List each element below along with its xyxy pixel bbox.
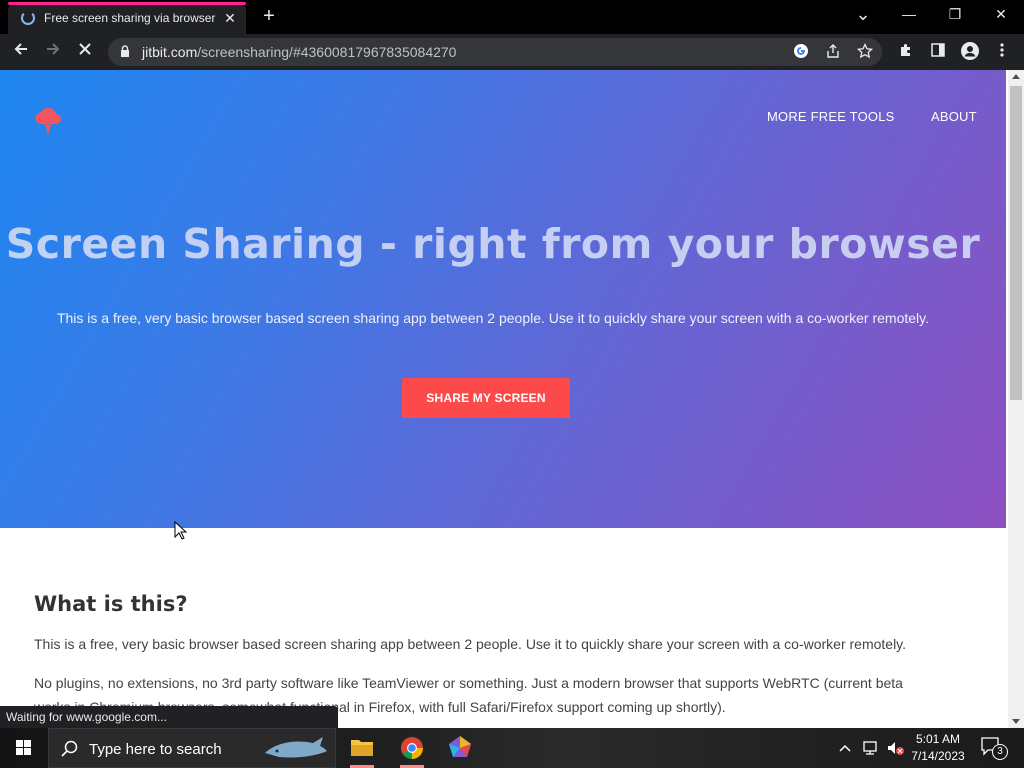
forward-arrow-icon[interactable] [42,41,64,63]
tab-title: Free screen sharing via browser [44,11,216,25]
back-arrow-icon[interactable] [10,41,32,63]
browser-tab-strip: Free screen sharing via browser ✕ + ⌄ — … [0,0,1024,34]
share-icon[interactable] [824,43,842,61]
extensions-puzzle-icon[interactable] [896,42,916,62]
tab-search-chevron-icon[interactable]: ⌄ [840,0,886,30]
scroll-up-arrow-icon[interactable] [1012,74,1020,79]
url-text[interactable]: jitbit.com/screensharing/#43600817967835… [142,44,456,60]
scroll-thumb[interactable] [1010,86,1022,400]
pentagon-app-icon[interactable] [440,732,480,764]
browser-toolbar: jitbit.com/screensharing/#43600817967835… [0,34,1024,70]
clock-time: 5:01 AM [915,732,961,746]
profile-avatar-icon[interactable] [960,42,980,62]
tab-loading-bar [8,2,246,5]
windows-taskbar: Type here to search 5:01 AM 7/14/2023 3 [0,728,1024,768]
start-button[interactable] [0,728,48,768]
action-center-button[interactable]: 3 [980,736,1008,760]
notification-count-badge: 3 [992,744,1008,760]
minimize-button[interactable]: — [886,0,932,30]
jitbit-logo-icon[interactable] [33,106,63,134]
what-is-this-section: What is this? This is a free, very basic… [0,528,1006,728]
clock-date: 7/14/2023 [911,749,965,763]
browser-tab-active[interactable]: Free screen sharing via browser ✕ [8,2,246,34]
close-window-button[interactable]: ✕ [978,0,1024,30]
windows-logo-icon [16,740,31,755]
search-highlight-whale-icon [265,737,327,758]
hero-title: Screen Sharing - right from your browser [5,220,981,268]
paragraph-requirements-line1: No plugins, no extensions, no 3rd party … [34,675,903,691]
scroll-down-arrow-icon[interactable] [1012,719,1020,724]
loading-spinner-icon [21,11,35,25]
network-icon[interactable] [862,740,880,756]
google-lens-icon[interactable] [792,43,810,61]
side-panel-icon[interactable] [928,42,948,62]
paragraph-intro: This is a free, very basic browser based… [34,636,907,652]
lock-icon[interactable] [120,45,130,57]
page-viewport: MORE FREE TOOLS ABOUT Screen Sharing - r… [0,70,1008,728]
taskbar-search-box[interactable]: Type here to search [48,728,336,768]
restore-button[interactable]: ❐ [932,0,978,30]
search-placeholder: Type here to search [89,741,222,758]
hero-subtitle: This is a free, very basic browser based… [56,310,930,326]
tab-close-icon[interactable]: ✕ [220,8,240,28]
share-my-screen-button[interactable]: SHARE MY SCREEN [402,378,570,418]
file-explorer-icon[interactable] [342,732,382,768]
show-hidden-icons-chevron-icon[interactable] [838,742,852,754]
section-title: What is this? [34,592,188,616]
page-scrollbar[interactable] [1008,70,1024,728]
mouse-cursor-icon [174,521,188,540]
stop-loading-icon[interactable] [74,41,96,63]
nav-about[interactable]: ABOUT [931,109,977,124]
nav-more-free-tools[interactable]: MORE FREE TOOLS [767,109,895,124]
screen: Free screen sharing via browser ✕ + ⌄ — … [0,0,1024,768]
volume-muted-icon[interactable] [886,740,906,756]
search-icon [61,740,78,757]
address-bar[interactable]: jitbit.com/screensharing/#43600817967835… [108,38,882,66]
hero-section: MORE FREE TOOLS ABOUT Screen Sharing - r… [0,70,1006,528]
new-tab-button[interactable]: + [258,6,280,28]
kebab-menu-icon[interactable] [992,42,1012,62]
system-clock[interactable]: 5:01 AM 7/14/2023 [906,731,970,765]
chrome-icon[interactable] [392,732,432,768]
bookmark-star-icon[interactable] [856,42,874,61]
status-bubble: Waiting for www.google.com... [0,706,338,728]
